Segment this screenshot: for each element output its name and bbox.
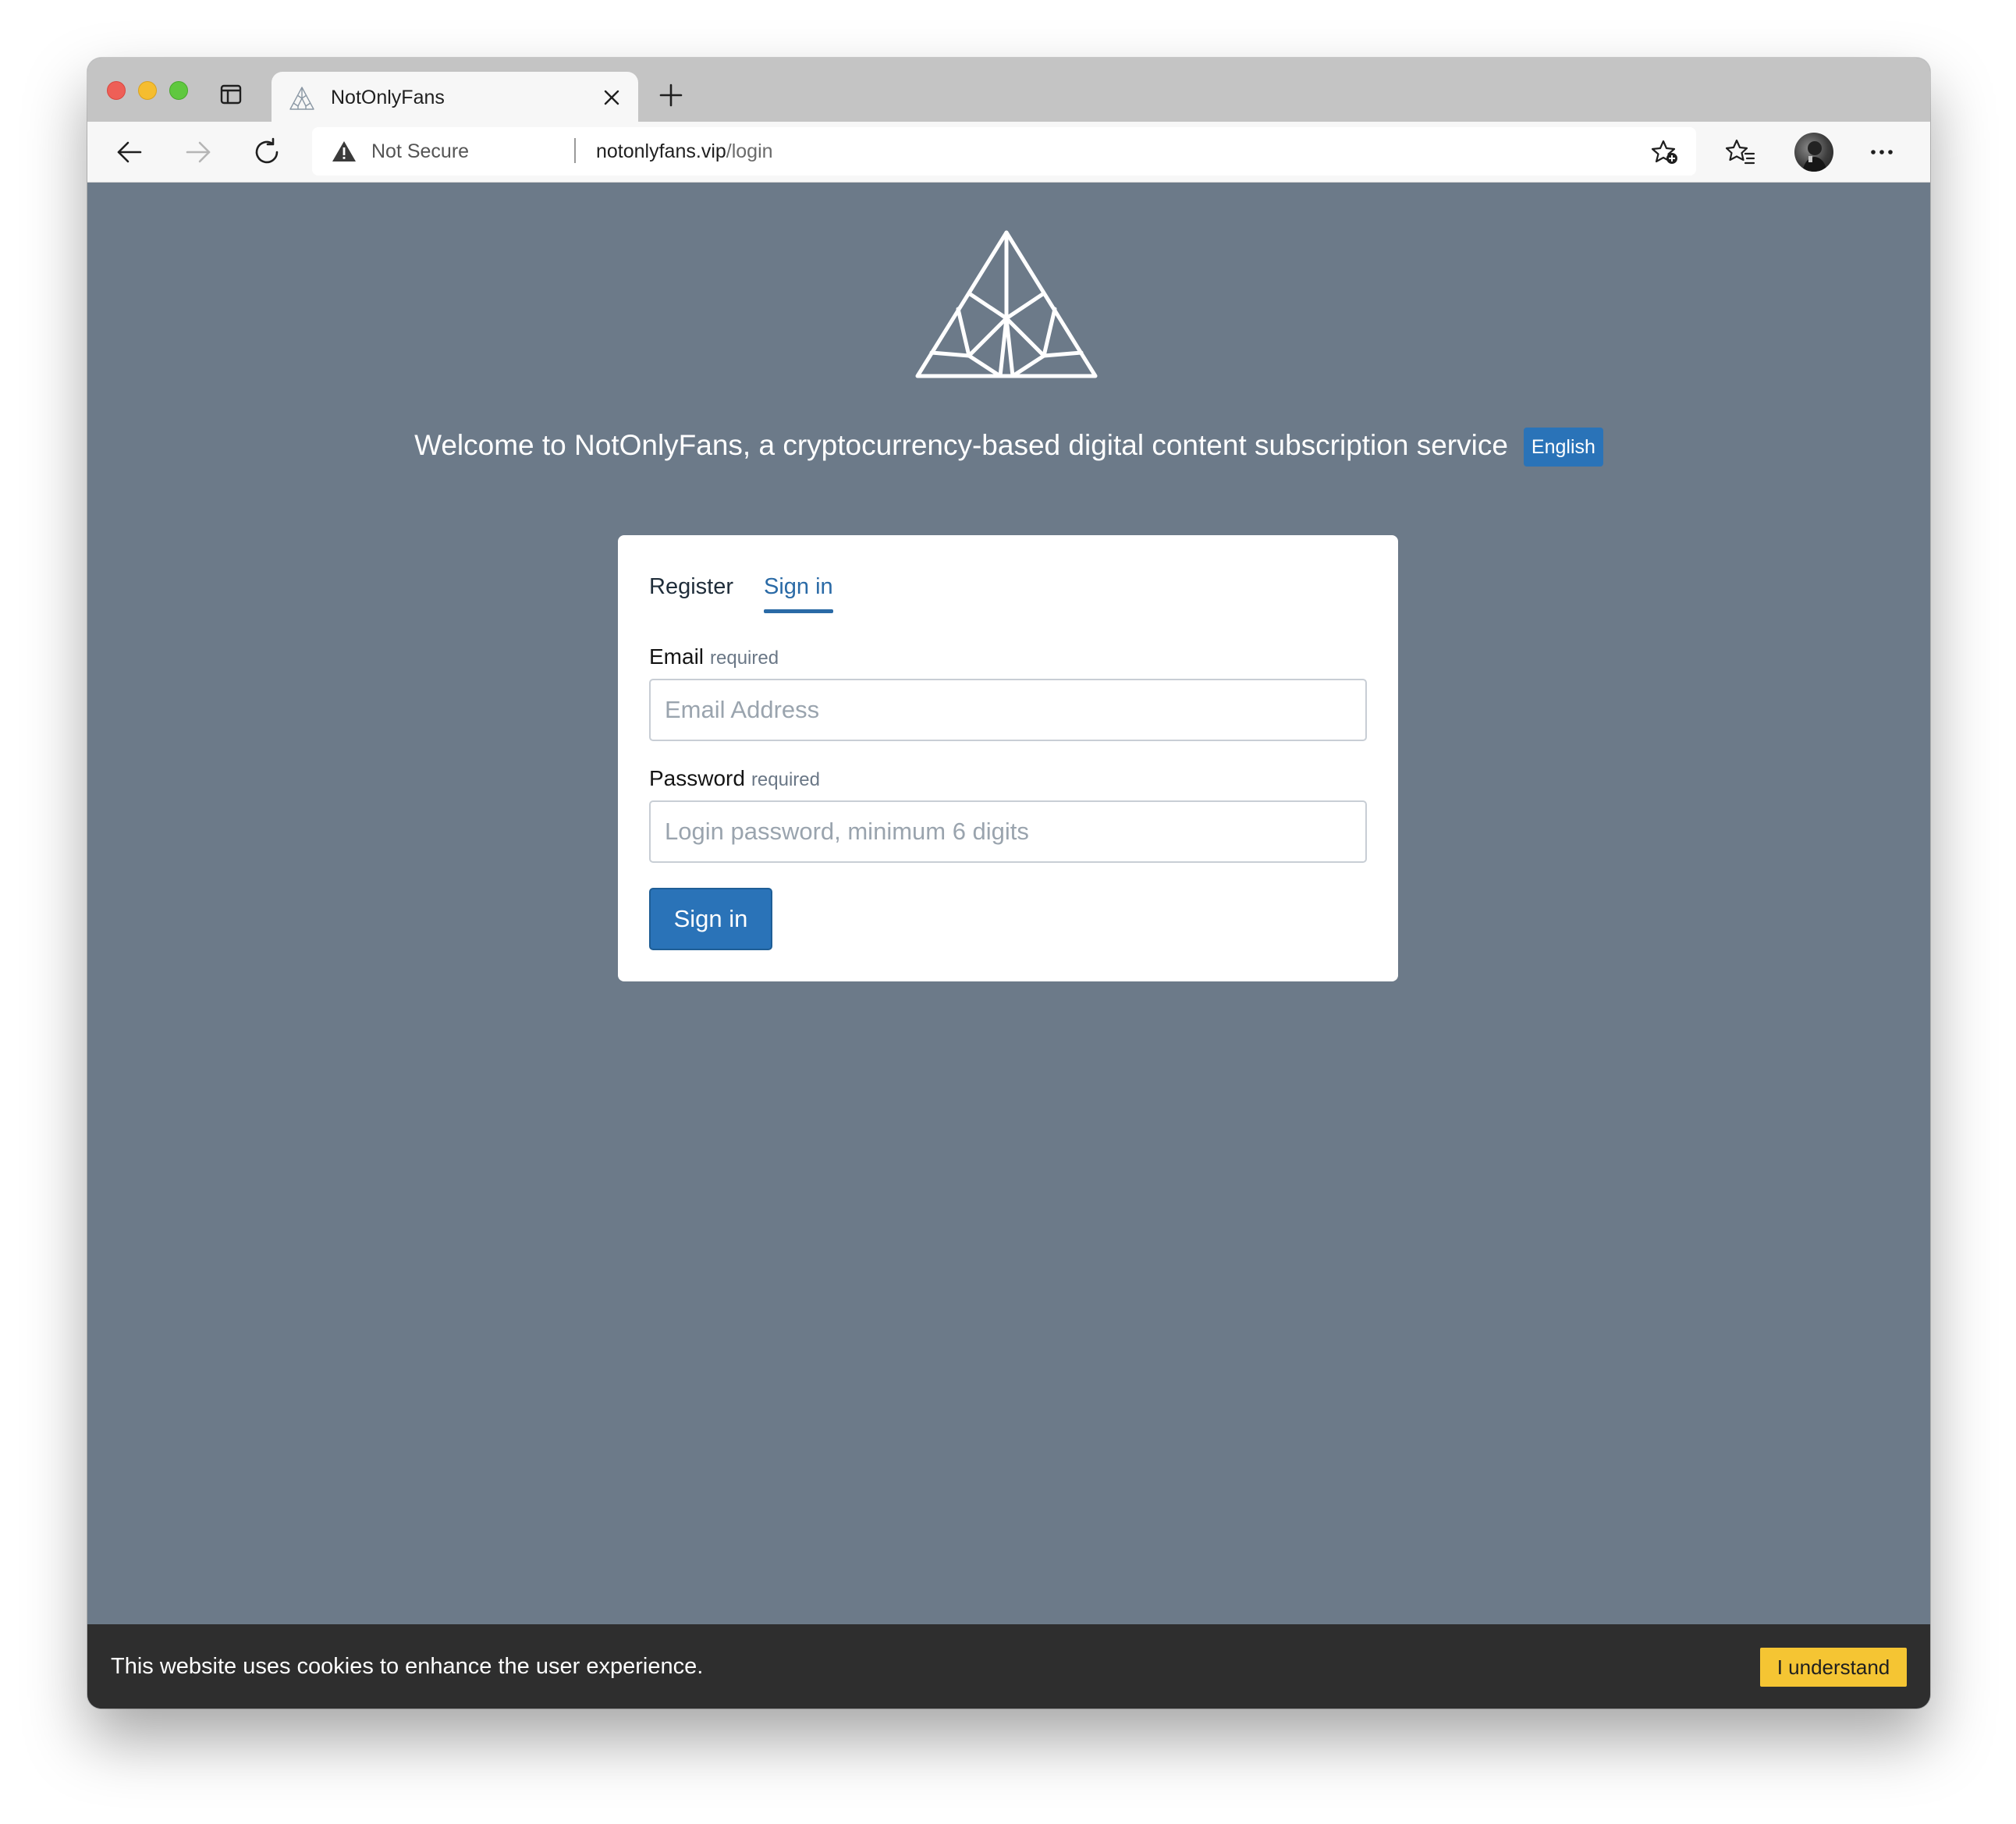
cookie-banner: This website uses cookies to enhance the…: [87, 1624, 1930, 1709]
profile-avatar[interactable]: [1794, 133, 1833, 172]
cookie-message: This website uses cookies to enhance the…: [111, 1654, 704, 1679]
password-required-hint: required: [751, 769, 820, 790]
tab-sign-in[interactable]: Sign in: [764, 571, 833, 613]
arrow-left-icon[interactable]: [114, 137, 145, 168]
welcome-heading: Welcome to NotOnlyFans, a cryptocurrency…: [414, 429, 1508, 461]
browser-toolbar: Not Secure notonlyfans.vip/login: [87, 122, 1930, 183]
pyramid-logo-icon: [289, 87, 314, 110]
favorites-list-icon[interactable]: [1726, 138, 1755, 166]
minimize-window-button[interactable]: [138, 81, 157, 100]
email-required-hint: required: [710, 648, 779, 669]
url-host: notonlyfans.vip: [596, 140, 726, 162]
url-path: /login: [726, 140, 773, 162]
sign-in-button[interactable]: Sign in: [649, 888, 772, 950]
plus-icon[interactable]: [658, 83, 683, 108]
url-text[interactable]: notonlyfans.vip/login: [596, 138, 773, 165]
close-icon[interactable]: [602, 88, 621, 107]
security-label[interactable]: Not Secure: [371, 138, 469, 165]
welcome-row: Welcome to NotOnlyFans, a cryptocurrency…: [87, 426, 1930, 467]
pyramid-logo-icon: [915, 230, 1098, 378]
page-body: Welcome to NotOnlyFans, a cryptocurrency…: [87, 183, 1930, 1709]
tab-actions-icon[interactable]: [220, 84, 242, 105]
tab-title: NotOnlyFans: [331, 87, 445, 108]
auth-card: Register Sign in Emailrequired Passwordr…: [618, 535, 1398, 981]
star-plus-icon[interactable]: [1651, 139, 1679, 165]
language-selector[interactable]: English: [1523, 428, 1603, 467]
address-bar[interactable]: Not Secure notonlyfans.vip/login: [312, 127, 1696, 176]
close-window-button[interactable]: [107, 81, 126, 100]
email-label-text: Email: [649, 644, 705, 669]
email-label: Email required: [649, 643, 779, 675]
browser-tab[interactable]: NotOnlyFans: [272, 72, 638, 123]
warning-triangle-icon[interactable]: [331, 140, 357, 163]
tab-strip: NotOnlyFans: [87, 58, 1930, 123]
maximize-window-button[interactable]: [169, 81, 188, 100]
browser-window: NotOnlyFans Not Secure notonlyfans.vip/l…: [87, 58, 1930, 1709]
password-field[interactable]: [649, 800, 1367, 863]
reload-icon[interactable]: [251, 137, 282, 168]
cookie-accept-button[interactable]: I understand: [1760, 1648, 1907, 1687]
email-field[interactable]: [649, 679, 1367, 741]
tab-register[interactable]: Register: [649, 571, 733, 602]
password-label-text: Password: [649, 766, 745, 790]
more-horizontal-icon[interactable]: [1868, 139, 1896, 165]
profile-silhouette-icon: [1802, 141, 1827, 172]
omnibox-divider: [574, 138, 576, 163]
arrow-right-icon[interactable]: [183, 137, 214, 168]
password-label: Password required: [649, 765, 820, 797]
